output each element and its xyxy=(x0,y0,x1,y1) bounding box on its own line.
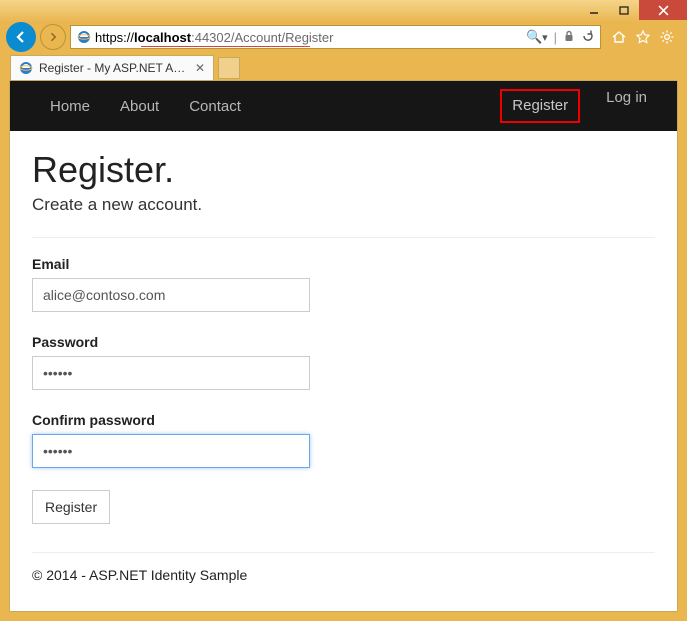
window-titlebar xyxy=(0,0,687,22)
window-maximize-button[interactable] xyxy=(609,0,639,20)
url-text: https://localhost:44302/Account/Register xyxy=(95,30,522,45)
nav-about[interactable]: About xyxy=(120,98,159,115)
divider xyxy=(32,237,655,238)
search-dropdown-icon[interactable]: 🔍▾ xyxy=(526,29,548,45)
page-body: Register. Create a new account. Email Pa… xyxy=(10,131,677,611)
nav-login[interactable]: Log in xyxy=(606,89,647,123)
register-submit-button[interactable]: Register xyxy=(32,490,110,524)
tab-close-icon[interactable]: ✕ xyxy=(195,61,205,75)
favorites-star-icon[interactable] xyxy=(635,29,651,45)
address-tools: 🔍▾ | xyxy=(526,29,594,45)
nav-register-highlight: Register xyxy=(500,89,580,123)
browser-toolbar: https://localhost:44302/Account/Register… xyxy=(0,22,687,52)
label-password: Password xyxy=(32,334,655,350)
label-confirm-password: Confirm password xyxy=(32,412,655,428)
label-email: Email xyxy=(32,256,655,272)
new-tab-button[interactable] xyxy=(218,57,240,79)
site-navbar: Home About Contact Register Log in xyxy=(10,81,677,131)
nav-register[interactable]: Register xyxy=(512,97,568,114)
address-bar[interactable]: https://localhost:44302/Account/Register… xyxy=(70,25,601,49)
nav-home[interactable]: Home xyxy=(50,98,90,115)
ssl-lock-icon[interactable] xyxy=(563,30,575,45)
back-button[interactable] xyxy=(6,22,36,52)
window-minimize-button[interactable] xyxy=(579,0,609,20)
browser-chrome-icons xyxy=(605,29,681,45)
tab-title: Register - My ASP.NET App... xyxy=(39,61,189,75)
footer-text: © 2014 - ASP.NET Identity Sample xyxy=(32,567,655,583)
window-close-button[interactable] xyxy=(639,0,687,20)
tools-gear-icon[interactable] xyxy=(659,29,675,45)
browser-tab-active[interactable]: Register - My ASP.NET App... ✕ xyxy=(10,55,214,80)
password-field[interactable] xyxy=(32,356,310,390)
forward-button[interactable] xyxy=(40,24,66,50)
home-icon[interactable] xyxy=(611,29,627,45)
page-heading: Register. xyxy=(32,149,655,191)
nav-contact[interactable]: Contact xyxy=(189,98,241,115)
confirm-password-field[interactable] xyxy=(32,434,310,468)
ie-favicon-icon xyxy=(77,30,91,44)
tab-strip: Register - My ASP.NET App... ✕ xyxy=(0,52,687,80)
refresh-icon[interactable] xyxy=(581,29,594,45)
url-highlight-underline xyxy=(141,46,310,47)
page-viewport: Home About Contact Register Log in Regis… xyxy=(9,80,678,612)
tab-favicon-icon xyxy=(19,61,33,75)
footer-divider xyxy=(32,552,655,553)
email-field[interactable] xyxy=(32,278,310,312)
page-subtitle: Create a new account. xyxy=(32,195,655,215)
